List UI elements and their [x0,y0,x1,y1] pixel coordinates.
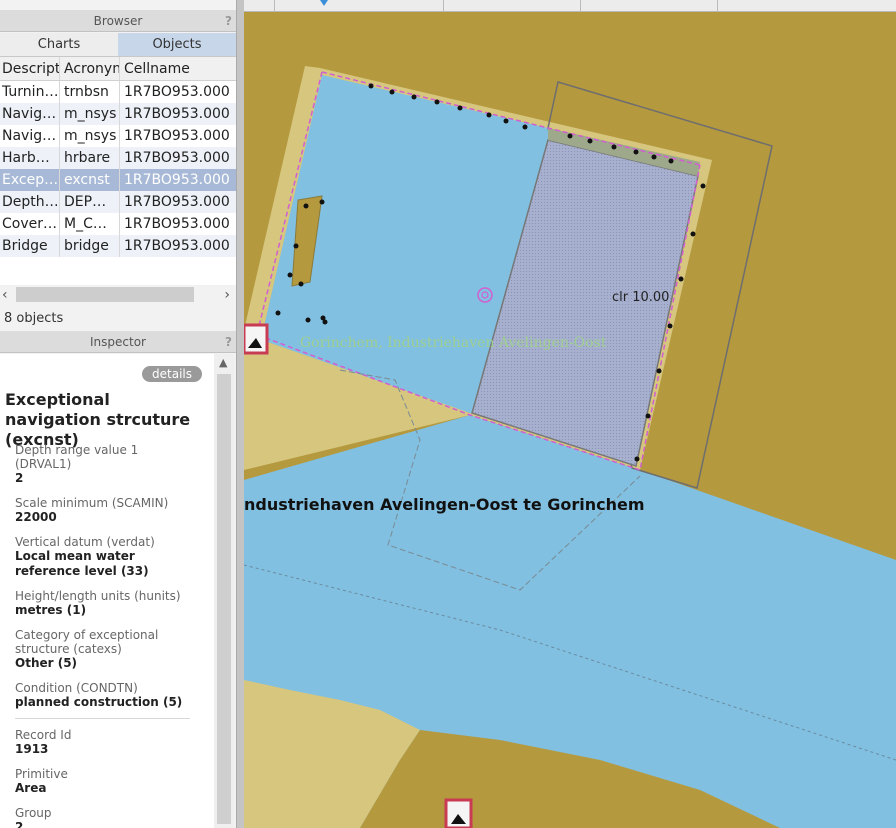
attribute-label: Depth range value 1 (DRVAL1) [15,443,139,471]
table-row[interactable]: Harb… hrbare 1R7BO953.000 [0,147,236,169]
separator [15,718,190,719]
attribute-field: Category of exceptional structure (catex… [15,628,190,671]
cell-cellname: 1R7BO953.000 [124,194,230,210]
inspector-help-icon[interactable]: ? [225,331,232,353]
cell-cellname: 1R7BO953.000 [124,238,230,254]
attribute-label: Condition (CONDTN) [15,681,138,695]
attribute-label: Height/length units (hunits) [15,589,181,603]
scroll-up-icon[interactable]: ▲ [219,356,227,369]
cell-cellname: 1R7BO953.000 [124,172,230,188]
attribute-field: Group 2 [15,806,190,828]
object-count: 8 objects [4,311,64,326]
table-row[interactable]: Cover… M_C… 1R7BO953.000 [0,213,236,235]
attribute-label: Record Id [15,728,72,742]
splitter[interactable] [236,0,244,828]
attribute-field: Primitive Area [15,767,190,796]
browser-help-icon[interactable]: ? [225,10,232,32]
column-header-description[interactable]: Descript [0,57,60,80]
table-row[interactable]: Navig… m_nsys 1R7BO953.000 [0,103,236,125]
attribute-field: Depth range value 1 (DRVAL1) 2 [15,443,190,486]
cell-acronym: trnbsn [60,81,120,103]
table-row[interactable]: Turnin… trnbsn 1R7BO953.000 [0,81,236,103]
attribute-label: Primitive [15,767,68,781]
cell-cellname: 1R7BO953.000 [124,106,230,122]
attribute-value: 2 [15,471,24,485]
bridge-marker-icon[interactable] [244,323,269,355]
cell-cellname: 1R7BO953.000 [124,128,230,144]
attribute-label: Vertical datum (verdat) [15,535,155,549]
attribute-value: metres (1) [15,603,87,617]
browser-title: Browser [93,14,143,28]
table-row[interactable]: Excep… excnst 1R7BO953.000 [0,169,236,191]
chart-map[interactable]: Gorinchem, Industriehaven Avelingen-Oost… [244,12,896,828]
scroll-right-icon[interactable]: › [224,285,230,305]
inspector-panel-title: Inspector ? [0,331,236,353]
inspector-title: Inspector [90,335,146,349]
attribute-field: Height/length units (hunits) metres (1) [15,589,190,618]
attribute-label: Category of exceptional structure (catex… [15,628,159,656]
harbour-name-label: Gorinchem, Industriehaven Avelingen-Oost [300,335,607,351]
cell-acronym: hrbare [60,147,120,169]
area-name-label: ndustriehaven Avelingen-Oost te Gorinche… [244,495,645,514]
attribute-value: planned construction (5) [15,695,183,709]
bridge-marker-icon-lower[interactable] [444,798,473,828]
scroll-left-icon[interactable]: ‹ [2,285,8,305]
attribute-value: 1913 [15,742,49,756]
column-header-cellname[interactable]: Cellname [120,57,236,80]
position-marker-icon [320,0,328,6]
inspector-panel: details Exceptional navigation strcuture… [0,354,214,828]
vertical-scrollbar[interactable]: ▲ [214,354,234,828]
horizontal-scrollbar[interactable]: ‹ › [0,285,236,305]
table-row[interactable]: Bridge bridge 1R7BO953.000 [0,235,236,257]
cell-acronym: DEP… [60,191,120,213]
objects-table: Descript Acronyn Cellname Turnin… trnbsn 1… [0,57,236,285]
attribute-field: Condition (CONDTN) planned construction (… [15,681,190,710]
tab-objects[interactable]: Objects [118,33,236,56]
attribute-value: 22000 [15,510,57,524]
table-header: Descript Acronyn Cellname [0,57,236,81]
left-panel: Browser ? Charts Objects Descript Acrony… [0,0,236,828]
cell-description: Depth… [0,191,60,213]
cell-description: Bridge [0,235,60,257]
tab-charts[interactable]: Charts [0,33,118,56]
details-button[interactable]: details [142,366,202,382]
attribute-value: Area [15,781,47,795]
cell-description: Turnin… [0,81,60,103]
map-toolbar [244,0,896,12]
attribute-list: Depth range value 1 (DRVAL1) 2 Scale minim… [15,443,190,828]
attribute-field: Record Id 1913 [15,728,190,757]
cell-description: Navig… [0,125,60,147]
scrollbar-thumb[interactable] [217,374,231,824]
cell-description: Excep… [0,169,60,191]
cell-description: Cover… [0,213,60,235]
cell-cellname: 1R7BO953.000 [124,216,230,232]
attribute-label: Scale minimum (SCAMIN) [15,496,169,510]
table-row[interactable]: Depth… DEP… 1R7BO953.000 [0,191,236,213]
column-header-acronym[interactable]: Acronyn [60,57,120,80]
attribute-value: 2 [15,820,24,828]
cell-description: Harb… [0,147,60,169]
attribute-label: Group [15,806,52,820]
clearance-label: clr 10.00 [612,290,669,305]
attribute-field: Scale minimum (SCAMIN) 22000 [15,496,190,525]
attribute-value: Local mean water reference level (33) [15,549,149,578]
cell-acronym: excnst [60,169,120,191]
cell-acronym: m_nsys [60,103,120,125]
scrollbar-thumb[interactable] [16,287,194,302]
cell-cellname: 1R7BO953.000 [124,150,230,166]
object-title: Exceptional navigation strcuture (excnst… [5,390,191,449]
cell-acronym: M_C… [60,213,120,235]
table-row[interactable]: Navig… m_nsys 1R7BO953.000 [0,125,236,147]
attribute-field: Vertical datum (verdat) Local mean water … [15,535,190,579]
cell-acronym: bridge [60,235,120,257]
browser-panel-title: Browser ? [0,10,236,32]
browser-tabs: Charts Objects [0,33,236,57]
cell-acronym: m_nsys [60,125,120,147]
cell-cellname: 1R7BO953.000 [124,84,230,100]
cell-description: Navig… [0,103,60,125]
attribute-value: Other (5) [15,656,78,670]
